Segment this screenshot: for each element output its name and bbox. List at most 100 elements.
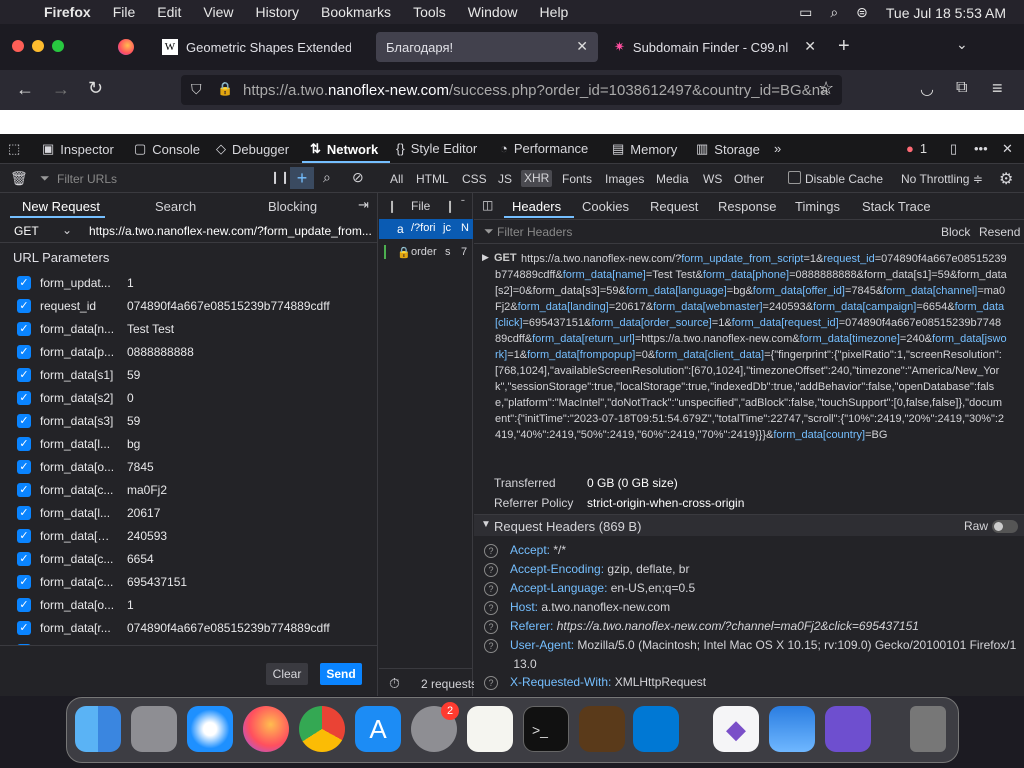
param-checkbox[interactable]: ✓ xyxy=(17,299,31,313)
menu-edit[interactable]: Edit xyxy=(157,4,181,20)
param-value[interactable]: Test Test xyxy=(127,322,174,336)
disable-cache-checkbox[interactable] xyxy=(788,171,801,184)
menu-file[interactable]: File xyxy=(113,4,136,20)
param-checkbox[interactable]: ✓ xyxy=(17,276,31,290)
tab-inspector[interactable]: ▣ Inspector xyxy=(42,141,114,157)
clock[interactable]: Tue Jul 18 5:53 AM xyxy=(886,5,1006,21)
subtab-new-request[interactable]: New Request xyxy=(22,199,100,214)
menu-help[interactable]: Help xyxy=(540,4,569,20)
network-settings-icon[interactable]: ⚙ xyxy=(999,169,1013,189)
param-name[interactable]: form_data[s2] xyxy=(40,391,115,405)
filter-images[interactable]: Images xyxy=(605,172,644,186)
param-name[interactable]: form_data[c... xyxy=(40,575,115,589)
extensions-icon[interactable]: ⧉ xyxy=(956,79,967,97)
control-center-icon[interactable]: ⊜ xyxy=(856,4,868,21)
block-button[interactable]: Block xyxy=(941,225,970,239)
collapse-triangle-icon[interactable]: ▼ xyxy=(481,519,491,530)
menu-window[interactable]: Window xyxy=(468,4,518,20)
request-row[interactable]: 🔒 order s 7 xyxy=(379,243,473,263)
method-select[interactable]: GET xyxy=(14,224,39,238)
finder-icon[interactable] xyxy=(75,706,121,752)
filter-css[interactable]: CSS xyxy=(462,172,487,186)
toggle-sidebar-icon[interactable]: ◫ xyxy=(482,198,493,212)
hamburger-menu-icon[interactable]: ≡ xyxy=(992,78,1003,99)
app-store-icon[interactable]: A xyxy=(355,706,401,752)
more-options-icon[interactable]: ••• xyxy=(974,141,988,156)
tab-response[interactable]: Response xyxy=(718,199,777,214)
tab-blagodarya[interactable]: Благодаря! ✕ xyxy=(376,32,598,62)
tab-storage[interactable]: ▥ Storage xyxy=(696,141,760,157)
tab-list-chevron-icon[interactable]: ⌄ xyxy=(956,36,968,53)
tab-headers[interactable]: Headers xyxy=(512,199,561,214)
close-devtools-icon[interactable]: ✕ xyxy=(1002,141,1013,157)
search-icon[interactable]: ⌕ xyxy=(830,4,838,21)
garageband-icon[interactable] xyxy=(579,706,625,752)
expand-triangle-icon[interactable]: ▶ xyxy=(482,252,489,263)
pocket-icon[interactable]: ◡ xyxy=(920,79,934,99)
param-value[interactable]: 695437151 xyxy=(127,575,187,589)
pause-icon[interactable]: ❙❙ xyxy=(270,170,290,184)
reload-icon[interactable]: ↻ xyxy=(88,78,103,99)
param-name[interactable]: form_data[l... xyxy=(40,437,115,451)
url-bar[interactable]: ⛉ 🔒 https://a.two. nanoflex-new.com/succe… xyxy=(181,75,842,105)
close-tab-icon[interactable]: ✕ xyxy=(804,38,816,55)
menu-view[interactable]: View xyxy=(203,4,233,20)
param-name[interactable]: form_data[o... xyxy=(40,598,115,612)
filter-fonts[interactable]: Fonts xyxy=(562,172,592,186)
forward-icon[interactable]: → xyxy=(52,79,70,100)
request-headers-section[interactable]: ▼ Request Headers (869 B) Raw xyxy=(474,514,1024,536)
param-value[interactable]: bg xyxy=(127,437,140,451)
help-icon[interactable]: ? xyxy=(484,601,498,615)
chrome-icon[interactable] xyxy=(299,706,345,752)
tab-stack-trace[interactable]: Stack Trace xyxy=(862,199,931,214)
param-value[interactable]: 1 xyxy=(127,598,134,612)
menu-history[interactable]: History xyxy=(255,4,299,20)
param-value[interactable]: 0888888888 xyxy=(127,345,194,359)
param-checkbox[interactable]: ✓ xyxy=(17,552,31,566)
textedit-icon[interactable] xyxy=(467,706,513,752)
simulator-icon[interactable] xyxy=(825,706,871,752)
param-checkbox[interactable]: ✓ xyxy=(17,621,31,635)
tab-geometric-shapes[interactable]: W Geometric Shapes Extended - W xyxy=(152,32,368,62)
param-name[interactable]: form_data[c... xyxy=(40,552,115,566)
param-value[interactable]: 6654 xyxy=(127,552,154,566)
param-value[interactable]: 59 xyxy=(127,414,140,428)
tab-memory[interactable]: ▤ Memory xyxy=(612,141,677,157)
tab-network[interactable]: ⇅ Network xyxy=(310,141,378,157)
param-name[interactable]: form_data[c... xyxy=(40,483,115,497)
send-button[interactable]: Send xyxy=(320,663,362,685)
param-checkbox[interactable]: ✓ xyxy=(17,575,31,589)
close-window-button[interactable] xyxy=(12,40,24,52)
param-checkbox[interactable]: ✓ xyxy=(17,529,31,543)
filter-ws[interactable]: WS xyxy=(703,172,722,186)
search-requests-icon[interactable]: ⌕ xyxy=(323,169,331,186)
request-row-selected[interactable]: a /?fori jc N xyxy=(379,219,473,239)
filter-media[interactable]: Media xyxy=(656,172,689,186)
param-name[interactable]: form_data[r... xyxy=(40,621,115,635)
tab-subdomain-finder[interactable]: ✷ Subdomain Finder - C99.nl ✕ xyxy=(604,32,826,62)
param-name[interactable]: form_data[s3] xyxy=(40,414,115,428)
param-name[interactable]: form_updat... xyxy=(40,276,115,290)
param-name[interactable]: request_id xyxy=(40,299,115,313)
help-icon[interactable]: ? xyxy=(484,620,498,634)
param-checkbox[interactable]: ✓ xyxy=(17,483,31,497)
param-value[interactable]: 20617 xyxy=(127,506,160,520)
raw-toggle[interactable] xyxy=(992,520,1018,533)
param-checkbox[interactable]: ✓ xyxy=(17,598,31,612)
help-icon[interactable]: ? xyxy=(484,582,498,596)
help-icon[interactable]: ? xyxy=(484,544,498,558)
subtab-blocking[interactable]: Blocking xyxy=(268,199,317,214)
method-chevron-icon[interactable]: ⌄ xyxy=(62,223,72,237)
new-tab-icon[interactable]: + xyxy=(838,35,850,58)
tab-debugger[interactable]: ◇ Debugger xyxy=(216,141,289,157)
param-checkbox[interactable]: ✓ xyxy=(17,414,31,428)
vscode-icon[interactable] xyxy=(633,706,679,752)
trash-icon[interactable] xyxy=(910,706,946,752)
screen-mirror-icon[interactable]: ▭ xyxy=(799,4,812,21)
filter-html[interactable]: HTML xyxy=(416,172,449,186)
resend-button[interactable]: Resend xyxy=(979,225,1020,239)
zoom-window-button[interactable] xyxy=(52,40,64,52)
param-checkbox[interactable]: ✓ xyxy=(17,460,31,474)
request-url-input[interactable]: https://a.two.nanoflex-new.com/?form_upd… xyxy=(89,224,372,238)
param-checkbox[interactable]: ✓ xyxy=(17,345,31,359)
